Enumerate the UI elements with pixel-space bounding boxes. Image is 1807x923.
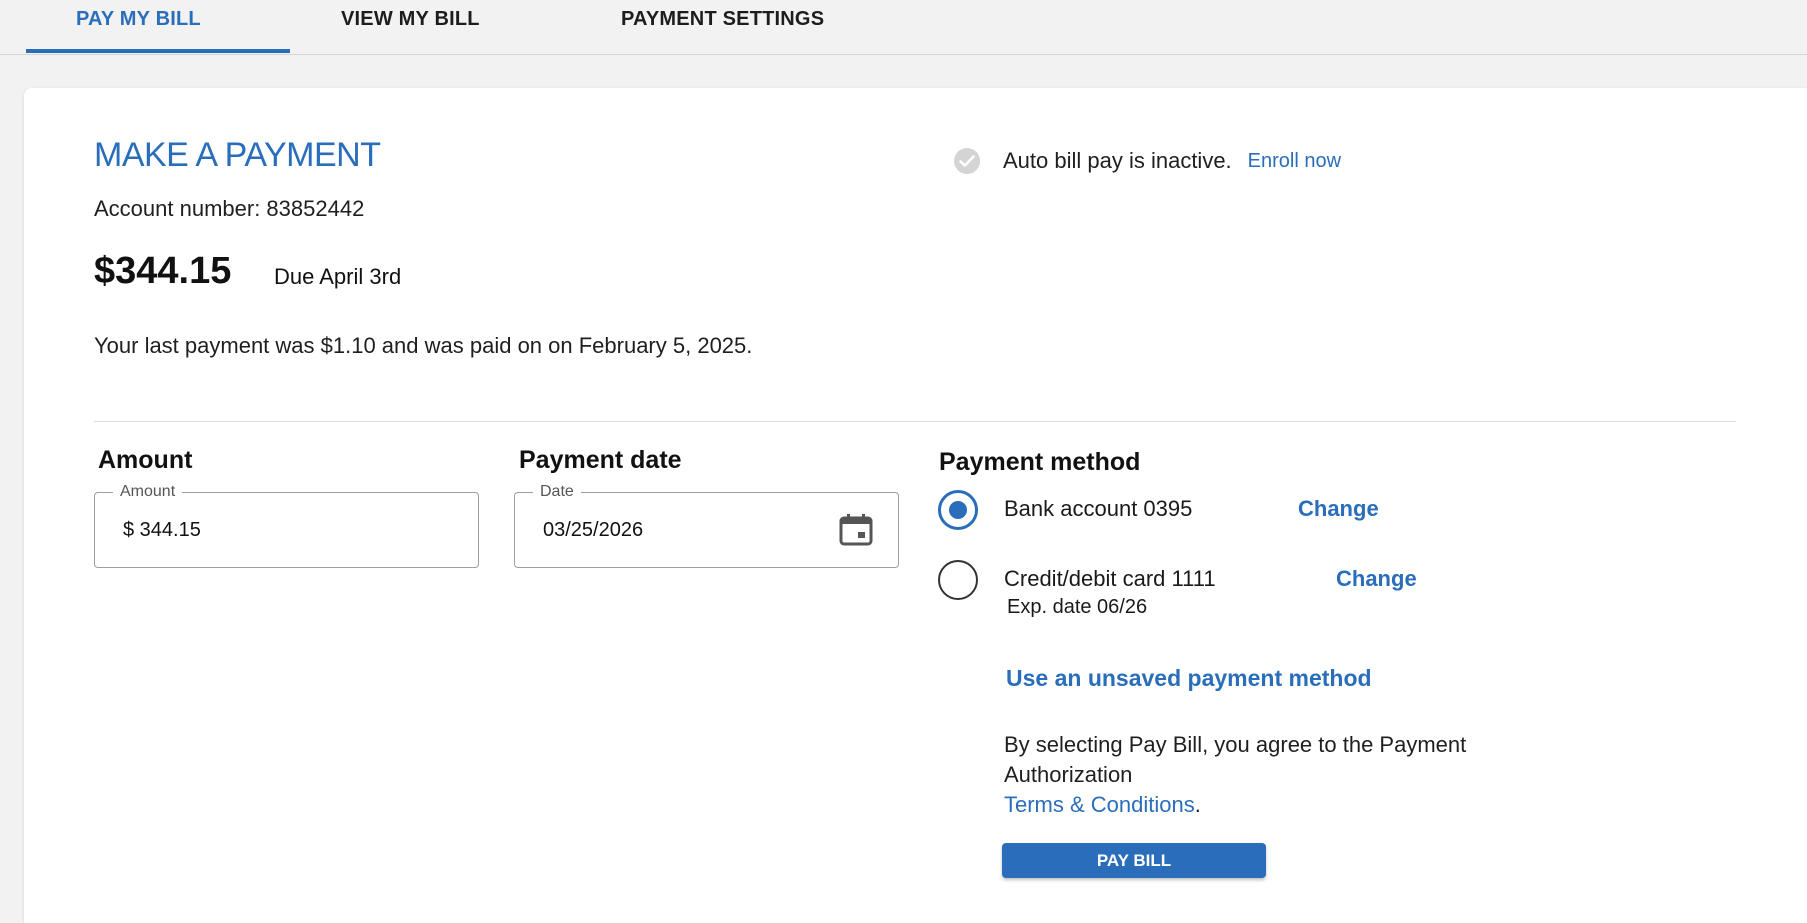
account-number: Account number: 83852442 bbox=[94, 196, 365, 221]
amount-field-legend: Amount bbox=[113, 483, 183, 501]
autopay-status-text: Auto bill pay is inactive. bbox=[1003, 148, 1232, 173]
amount-input-value[interactable]: $ 344.15 bbox=[123, 519, 201, 542]
date-field-legend: Date bbox=[533, 483, 581, 501]
active-tab-indicator bbox=[26, 49, 290, 53]
unsaved-payment-method-link[interactable]: Use an unsaved payment method bbox=[1006, 665, 1372, 692]
change-bank-account-link[interactable]: Change bbox=[1298, 496, 1379, 522]
check-circle-icon bbox=[954, 148, 980, 174]
divider bbox=[94, 421, 1736, 422]
page: PAY MY BILL VIEW MY BILL PAYMENT SETTING… bbox=[0, 0, 1807, 923]
bank-account-label: Bank account 0395 bbox=[1004, 496, 1193, 521]
tab-view-my-bill[interactable]: VIEW MY BILL bbox=[341, 8, 480, 31]
due-date-text: Due April 3rd bbox=[274, 264, 402, 289]
radio-credit-card[interactable] bbox=[938, 560, 978, 600]
radio-bank-account[interactable] bbox=[938, 490, 978, 530]
terms-suffix: . bbox=[1194, 792, 1201, 817]
terms-conditions-link[interactable]: Terms & Conditions bbox=[1004, 792, 1195, 817]
payment-method-heading: Payment method bbox=[939, 448, 1141, 476]
content-area: PAY MY BILL VIEW MY BILL PAYMENT SETTING… bbox=[0, 0, 1807, 923]
credit-card-label: Credit/debit card 1111 bbox=[1004, 566, 1216, 591]
calendar-icon[interactable] bbox=[838, 513, 874, 552]
page-title: MAKE A PAYMENT bbox=[94, 136, 381, 174]
date-input-value[interactable]: 03/25/2026 bbox=[543, 519, 643, 542]
amount-heading: Amount bbox=[98, 446, 193, 474]
tab-bar: PAY MY BILL VIEW MY BILL PAYMENT SETTING… bbox=[0, 0, 1807, 55]
pay-bill-button[interactable]: PAY BILL bbox=[1002, 843, 1266, 878]
change-credit-card-link[interactable]: Change bbox=[1336, 566, 1417, 592]
enroll-now-link[interactable]: Enroll now bbox=[1248, 150, 1341, 173]
payment-date-heading: Payment date bbox=[519, 446, 682, 474]
payment-card: MAKE A PAYMENT Account number: 83852442 … bbox=[24, 88, 1807, 923]
autopay-status: Auto bill pay is inactive. Enroll now bbox=[954, 148, 1341, 174]
payment-authorization-text: By selecting Pay Bill, you agree to the … bbox=[1004, 730, 1524, 820]
agreement-text: By selecting Pay Bill, you agree to the … bbox=[1004, 732, 1467, 787]
tab-pay-my-bill[interactable]: PAY MY BILL bbox=[76, 8, 201, 31]
last-payment-text: Your last payment was $1.10 and was paid… bbox=[94, 333, 753, 358]
amount-due: $344.15 bbox=[94, 250, 232, 292]
card-exp-date: Exp. date 06/26 bbox=[1007, 596, 1148, 618]
tab-payment-settings[interactable]: PAYMENT SETTINGS bbox=[621, 8, 824, 31]
payment-date-field[interactable]: Date 03/25/2026 bbox=[514, 483, 899, 568]
amount-field[interactable]: Amount $ 344.15 bbox=[94, 483, 479, 568]
